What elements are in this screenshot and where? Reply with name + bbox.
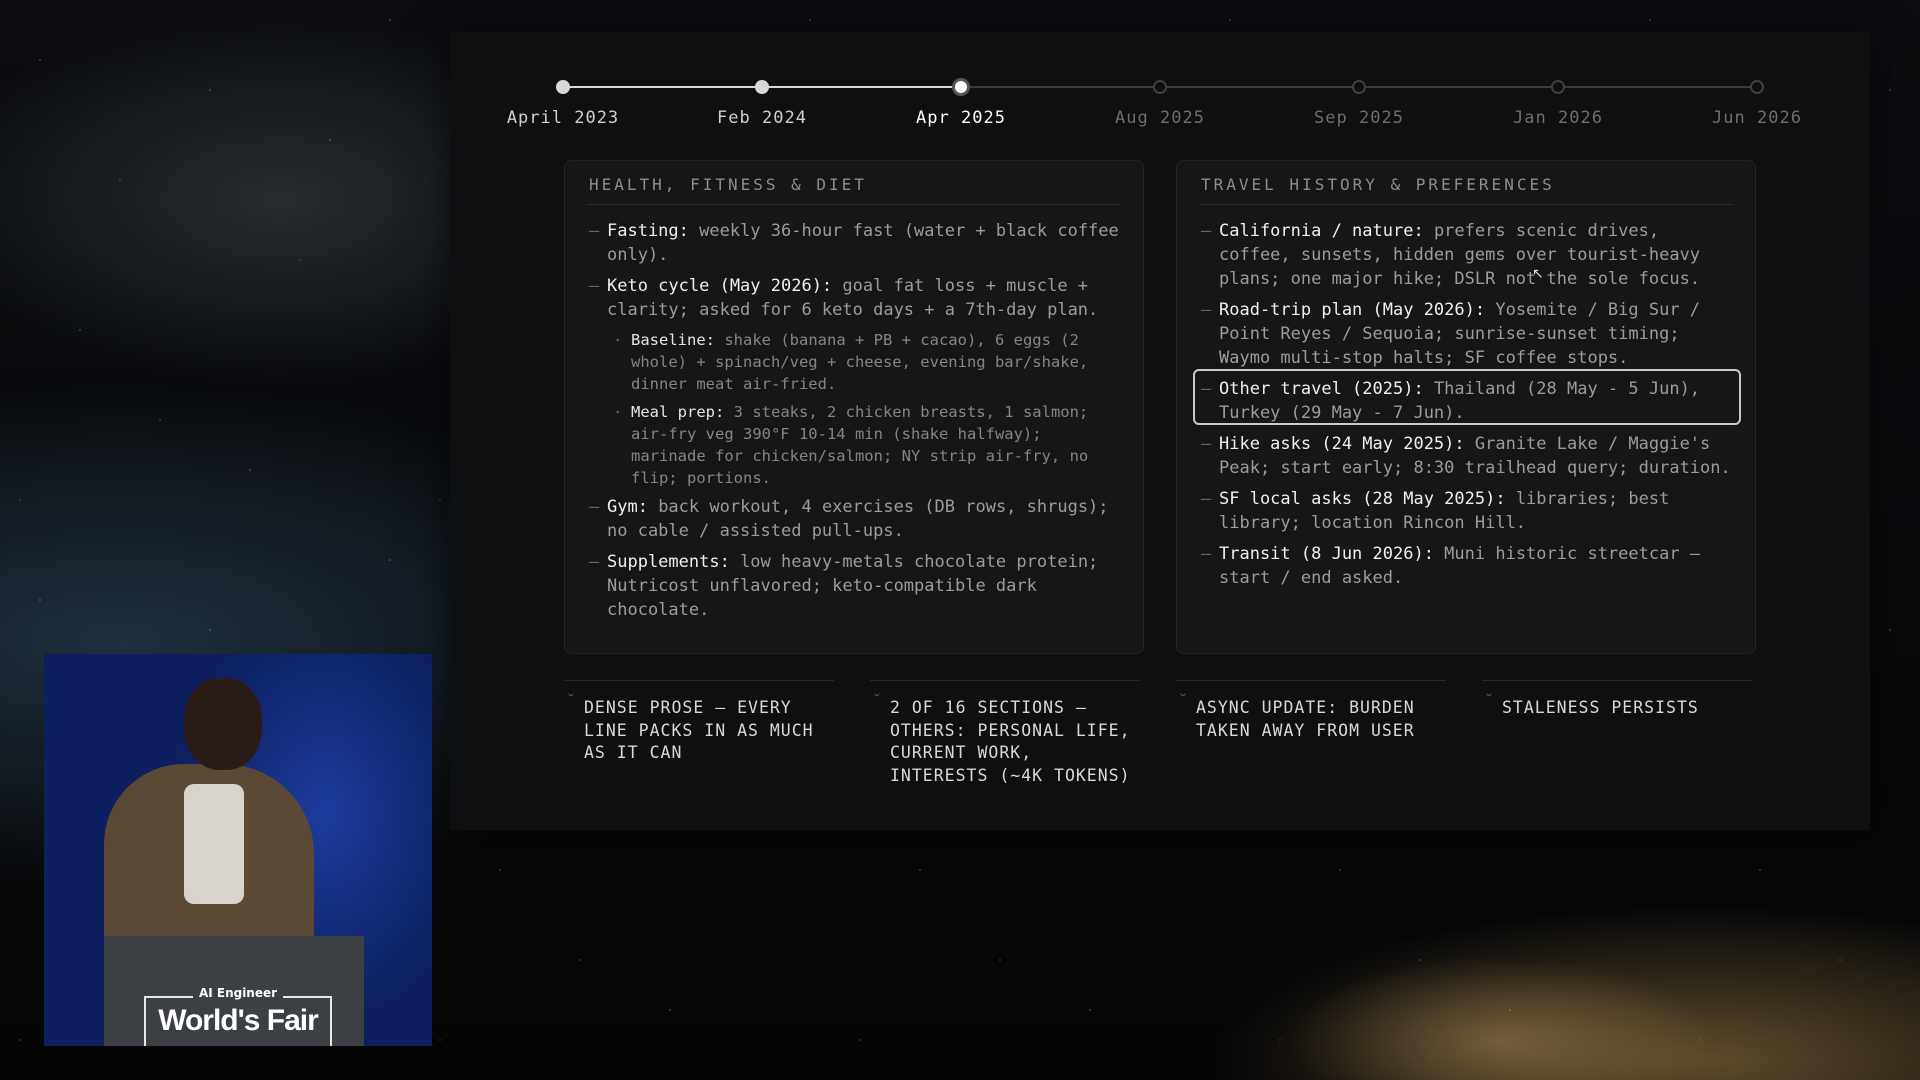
item-key: California / nature: (1219, 221, 1424, 241)
bullet-dash: – (589, 221, 600, 241)
item-key: Road-trip plan (May 2026): (1219, 300, 1486, 320)
footnote-text: 2 OF 16 SECTIONS — OTHERS: PERSONAL LIFE… (890, 698, 1131, 785)
list-item: – California / nature: prefers scenic dri… (1199, 219, 1733, 291)
item-key: Hike asks (24 May 2025): (1219, 434, 1465, 454)
card-title: TRAVEL HISTORY & PREFERENCES (1199, 173, 1733, 205)
list-item: – Fasting: weekly 36-hour fast (water + b… (587, 219, 1121, 267)
bullet-dash: – (589, 276, 600, 296)
timeline-node[interactable] (1352, 80, 1366, 94)
timeline-label: Jun 2026 (1712, 108, 1802, 128)
bullet-dash: – (1201, 544, 1212, 564)
speaker-video: AI Engineer World's Fair (44, 654, 432, 1046)
list-item: – SF local asks (28 May 2025): libraries;… (1199, 487, 1733, 535)
list-item: – Hike asks (24 May 2025): Granite Lake /… (1199, 432, 1733, 480)
card-travel: TRAVEL HISTORY & PREFERENCES – California… (1176, 160, 1756, 654)
timeline-label: April 2023 (506, 108, 620, 128)
timeline-label: Apr 2025 (916, 108, 1006, 128)
timeline-label: Jan 2026 (1513, 108, 1603, 128)
timeline-node[interactable] (1153, 80, 1167, 94)
timeline-node[interactable] (1551, 80, 1565, 94)
footnote-text: DENSE PROSE — EVERY LINE PACKS IN AS MUC… (584, 698, 814, 762)
item-key: Keto cycle (May 2026): (607, 276, 833, 296)
timeline-node[interactable] (556, 80, 570, 94)
list-item: – Gym: back workout, 4 exercises (DB rows… (587, 495, 1121, 543)
footnote: ˘ 2 OF 16 SECTIONS — OTHERS: PERSONAL LIF… (870, 680, 1140, 787)
bullet-dot: · (613, 403, 623, 421)
timeline-node[interactable] (952, 78, 970, 96)
mouse-cursor-icon: ↖ (1532, 266, 1544, 282)
sub-item: · Baseline: shake (banana + PB + cacao), … (587, 329, 1121, 395)
list-item: – Supplements: low heavy-metals chocolate… (587, 550, 1121, 622)
item-key: Fasting: (607, 221, 689, 241)
podium-sign-small: AI Engineer (193, 986, 283, 1000)
timeline-node[interactable] (755, 80, 769, 94)
bullet-dash: – (1201, 221, 1212, 241)
highlight-box (1193, 369, 1741, 425)
timeline-label: Aug 2025 (1115, 108, 1205, 128)
list-item: – Road-trip plan (May 2026): Yosemite / B… (1199, 298, 1733, 370)
podium-sign-big: World's Fair (158, 1004, 319, 1037)
bullet-dot: · (613, 331, 623, 349)
sub-item-key: Meal prep: (631, 403, 725, 421)
timeline: April 2023 Feb 2024 Apr 2025 Aug 2025 Sep 20… (450, 32, 1870, 142)
bullet-dash: – (589, 497, 600, 517)
footnote: ˘ ASYNC UPDATE: BURDEN TAKEN AWAY FROM US… (1176, 680, 1446, 742)
bullet-dash: – (589, 552, 600, 572)
speaker-shirt (184, 784, 244, 904)
speaker-head (184, 678, 262, 770)
slide: April 2023 Feb 2024 Apr 2025 Aug 2025 Sep 20… (450, 32, 1870, 830)
item-key: Transit (8 Jun 2026): (1219, 544, 1434, 564)
sub-item-key: Baseline: (631, 331, 715, 349)
list-item: – Transit (8 Jun 2026): Muni historic str… (1199, 542, 1733, 590)
podium-sign: AI Engineer World's Fair (144, 986, 332, 1046)
footnote: ˘ STALENESS PERSISTS (1482, 680, 1752, 720)
sub-item: · Meal prep: 3 steaks, 2 chicken breasts,… (587, 401, 1121, 489)
footnote-text: ASYNC UPDATE: BURDEN TAKEN AWAY FROM USE… (1196, 698, 1415, 740)
timeline-node[interactable] (1750, 80, 1764, 94)
footnote-text: STALENESS PERSISTS (1502, 698, 1699, 717)
bullet-dash: – (1201, 489, 1212, 509)
bullet-dash: – (1201, 434, 1212, 454)
timeline-label: Feb 2024 (717, 108, 807, 128)
item-text: back workout, 4 exercises (DB rows, shru… (607, 497, 1109, 541)
item-key: SF local asks (28 May 2025): (1219, 489, 1506, 509)
item-key: Gym: (607, 497, 648, 517)
bullet-dash: – (1201, 300, 1212, 320)
item-key: Supplements: (607, 552, 730, 572)
card-health: HEALTH, FITNESS & DIET – Fasting: weekly … (564, 160, 1144, 654)
timeline-label: Sep 2025 (1314, 108, 1404, 128)
card-title: HEALTH, FITNESS & DIET (587, 173, 1121, 205)
list-item: – Keto cycle (May 2026): goal fat loss + … (587, 274, 1121, 322)
footnote: ˘ DENSE PROSE — EVERY LINE PACKS IN AS MU… (564, 680, 834, 765)
